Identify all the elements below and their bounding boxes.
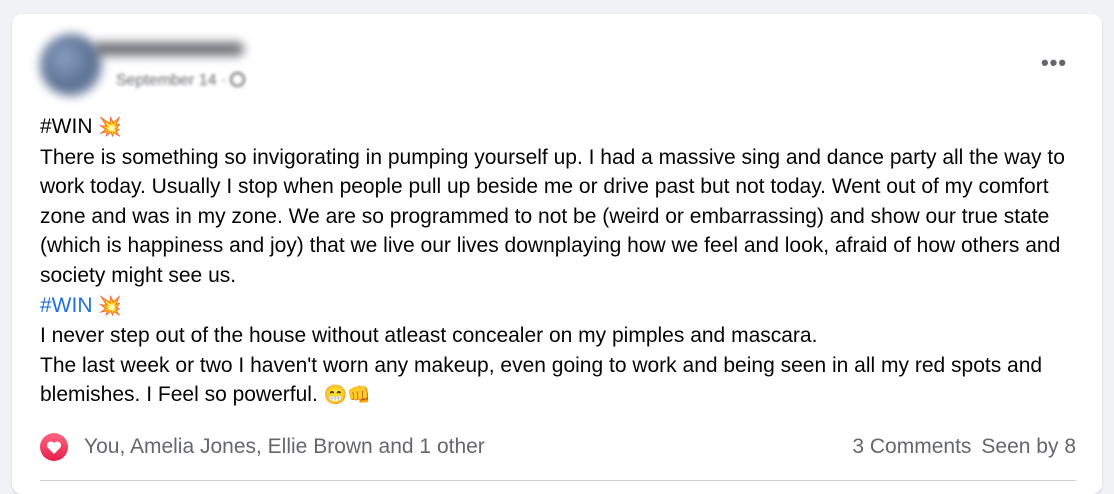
post-date[interactable]: September 14 · (116, 72, 246, 92)
post-paragraph-2: I never step out of the house without at… (40, 324, 818, 348)
post-card: September 14 · ••• #WIN 💥 There is somet… (12, 14, 1102, 494)
globe-icon (230, 72, 246, 87)
post-paragraph-3-wrap: The last week or two I haven't worn any … (40, 351, 1080, 411)
comments-count[interactable]: 3 Comments (852, 435, 971, 459)
hashtag-link[interactable]: #WIN (40, 294, 93, 317)
post-stats: 3 Comments Seen by 8 (852, 432, 1076, 462)
post-text: #WIN 💥 There is something so invigoratin… (40, 112, 1080, 411)
reaction-names[interactable]: You, Amelia Jones, Ellie Brown and 1 oth… (84, 435, 485, 459)
collision-emoji-icon: 💥 (98, 117, 123, 138)
more-options-button[interactable]: ••• (1036, 50, 1072, 76)
grin-fist-emoji-icon: 😁👊 (323, 385, 371, 407)
post-paragraph-3: The last week or two I haven't worn any … (40, 353, 1043, 407)
heart-icon (46, 440, 62, 454)
hashtag-plain: #WIN (40, 115, 93, 138)
love-reaction-icon (40, 433, 68, 461)
author-name-blurred[interactable] (94, 42, 244, 56)
divider (40, 480, 1076, 481)
collision-emoji-icon: 💥 (98, 295, 123, 317)
reactions-summary[interactable]: You, Amelia Jones, Ellie Brown and 1 oth… (40, 432, 485, 462)
seen-by-count[interactable]: Seen by 8 (981, 435, 1076, 459)
avatar[interactable] (40, 34, 102, 96)
post-line-tag1: #WIN 💥 (40, 112, 1080, 143)
post-line-tag2: #WIN 💥 (40, 291, 1080, 322)
post-date-text: September 14 · (116, 72, 227, 89)
post-paragraph-1: There is something so invigorating in pu… (40, 145, 1065, 287)
